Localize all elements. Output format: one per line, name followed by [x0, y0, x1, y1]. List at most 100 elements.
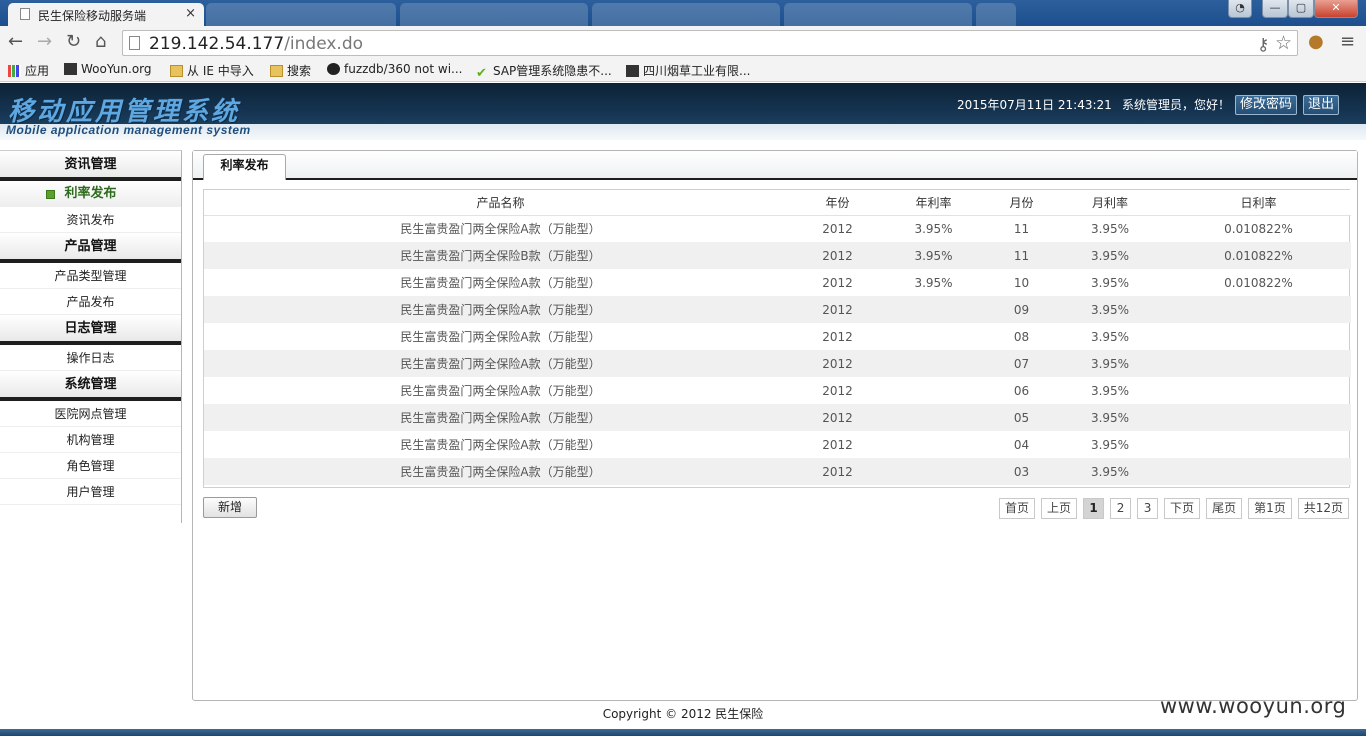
browser-tab-active[interactable]: 民生保险移动服务端 ×: [8, 3, 204, 26]
sidebar-item-operation-log[interactable]: 操作日志: [0, 345, 181, 371]
cell-annual-rate: [878, 350, 989, 377]
cell-daily-rate: [1166, 296, 1351, 323]
browser-tab[interactable]: [400, 3, 588, 26]
table-row: 民生富贵盈门两全保险B款（万能型） 2012 3.95% 11 3.95% 0.01082…: [204, 242, 1351, 269]
close-tab-icon[interactable]: ×: [185, 6, 196, 21]
os-taskbar: [0, 729, 1366, 736]
cell-product-name: 民生富贵盈门两全保险A款（万能型）: [204, 296, 797, 323]
address-bar[interactable]: 219.142.54.177/index.do ⚷ ☆: [122, 30, 1298, 56]
sidebar-item-user[interactable]: 用户管理: [0, 479, 181, 505]
cell-product-name: 民生富贵盈门两全保险A款（万能型）: [400, 330, 601, 344]
header-datetime: 2015年07月11日 21:43:21: [957, 98, 1112, 112]
pagination: 首页 上页 1 2 3 下页 尾页 第1页 共12页: [993, 498, 1349, 519]
new-tab-button[interactable]: [976, 3, 1016, 26]
sidebar-item-rate-publish[interactable]: 利率发布: [0, 181, 181, 207]
current-page-label: 第1页: [1248, 498, 1292, 519]
cell-annual-rate: 3.95%: [914, 221, 953, 236]
star-icon[interactable]: ☆: [1275, 32, 1292, 54]
add-button[interactable]: 新增: [203, 497, 257, 518]
home-icon[interactable]: ⌂: [95, 32, 106, 52]
page-3-button[interactable]: 3: [1137, 498, 1159, 519]
sidebar-item-product-publish[interactable]: 产品发布: [0, 289, 181, 315]
sidebar-item-role[interactable]: 角色管理: [0, 453, 181, 479]
table-row: 民生富贵盈门两全保险A款（万能型） 2012 07 3.95%: [204, 350, 1351, 377]
maximize-button[interactable]: ▢: [1288, 0, 1314, 18]
forward-arrow-icon[interactable]: →: [37, 32, 52, 52]
cell-product-name: 民生富贵盈门两全保险B款（万能型）: [204, 242, 797, 269]
sidebar-section-log[interactable]: 日志管理: [0, 315, 181, 345]
first-page-button[interactable]: 首页: [999, 498, 1036, 519]
cell-daily-rate: 0.010822%: [1224, 221, 1293, 236]
minimize-button[interactable]: —: [1262, 0, 1288, 18]
sidebar-section-system[interactable]: 系统管理: [0, 371, 181, 401]
cell-daily-rate: [1166, 404, 1351, 431]
sidebar-item-product-type[interactable]: 产品类型管理: [0, 263, 181, 289]
browser-tab[interactable]: [784, 3, 972, 26]
back-arrow-icon[interactable]: ←: [8, 32, 23, 52]
menu-icon[interactable]: ≡: [1340, 32, 1355, 52]
page-1-button[interactable]: 1: [1083, 498, 1105, 519]
bookmark-ie-import[interactable]: 从 IE 中导入: [170, 62, 254, 79]
bookmark-sap[interactable]: ✔ SAP管理系统隐患不...: [476, 62, 612, 81]
cookie-extension-icon[interactable]: ●: [1308, 32, 1324, 52]
rate-table: 产品名称 年份 年利率 月份 月利率 日利率 民生富贵盈门两全保险A款（万能型）…: [203, 189, 1351, 488]
table-header-row: 产品名称 年份 年利率 月份 月利率 日利率: [204, 190, 1351, 216]
close-window-button[interactable]: ✕: [1314, 0, 1358, 18]
bookmark-apps[interactable]: 应用: [8, 62, 49, 79]
sidebar-item-hospital[interactable]: 医院网点管理: [0, 401, 181, 427]
column-header-daily-rate: 日利率: [1166, 190, 1351, 216]
user-icon[interactable]: ◔: [1228, 0, 1252, 18]
bookmark-fuzzdb[interactable]: fuzzdb/360 not wi...: [327, 62, 462, 76]
sidebar-item-news-publish[interactable]: 资讯发布: [0, 207, 181, 233]
cell-year: 2012: [822, 221, 853, 236]
cell-annual-rate: 3.95%: [878, 242, 989, 269]
key-icon[interactable]: ⚷: [1257, 35, 1269, 55]
cell-monthly-rate: 3.95%: [1090, 275, 1130, 290]
reload-icon[interactable]: ↻: [66, 32, 81, 52]
cell-daily-rate: [1166, 377, 1351, 404]
table-row: 民生富贵盈门两全保险A款（万能型） 2012 09 3.95%: [204, 296, 1351, 323]
cell-year: 2012: [822, 383, 853, 398]
column-header-month: 月份: [989, 190, 1054, 216]
app-header: 移动应用管理系统 Mobile application management s…: [0, 83, 1366, 140]
cell-monthly-rate: 3.95%: [1090, 329, 1130, 344]
column-header-monthly-rate: 月利率: [1054, 190, 1166, 216]
cell-year: 2012: [822, 275, 853, 290]
cell-year: 2012: [797, 458, 878, 485]
browser-tab[interactable]: [592, 3, 780, 26]
url-text[interactable]: 219.142.54.177/index.do: [149, 34, 363, 54]
cell-month: 05: [989, 404, 1054, 431]
next-page-button[interactable]: 下页: [1164, 498, 1201, 519]
cell-product-name: 民生富贵盈门两全保险A款（万能型）: [400, 222, 601, 237]
cell-product-name: 民生富贵盈门两全保险A款（万能型）: [400, 438, 601, 452]
change-password-button[interactable]: 修改密码: [1235, 95, 1298, 115]
logout-button[interactable]: 退出: [1303, 95, 1340, 115]
sidebar-item-organization[interactable]: 机构管理: [0, 427, 181, 453]
sidebar-section-product[interactable]: 产品管理: [0, 233, 181, 263]
cell-month: 03: [989, 458, 1054, 485]
cell-year: 2012: [797, 350, 878, 377]
cell-daily-rate: [1166, 431, 1351, 458]
browser-tab[interactable]: [206, 3, 396, 26]
cell-monthly-rate: 3.95%: [1054, 458, 1166, 485]
page-2-button[interactable]: 2: [1110, 498, 1132, 519]
cell-year: 2012: [822, 329, 853, 344]
prev-page-button[interactable]: 上页: [1041, 498, 1078, 519]
cell-product-name: 民生富贵盈门两全保险A款（万能型）: [204, 350, 797, 377]
cell-product-name: 民生富贵盈门两全保险A款（万能型）: [400, 384, 601, 398]
cell-month: 10: [1013, 275, 1030, 290]
sidebar: 资讯管理 利率发布 资讯发布 产品管理 产品类型管理 产品发布 日志管理 操作日…: [0, 150, 182, 523]
last-page-button[interactable]: 尾页: [1206, 498, 1243, 519]
tab-rate-publish[interactable]: 利率发布: [203, 154, 286, 180]
cell-monthly-rate: 3.95%: [1054, 404, 1166, 431]
apps-icon: [8, 65, 21, 77]
cell-monthly-rate: 3.95%: [1054, 242, 1166, 269]
folder-icon: [170, 65, 183, 77]
sidebar-section-news[interactable]: 资讯管理: [0, 151, 181, 181]
bookmark-search[interactable]: 搜索: [270, 62, 311, 79]
bookmark-sichuan[interactable]: 四川烟草工业有限...: [626, 62, 750, 79]
bookmark-wooyun[interactable]: WooYun.org: [64, 62, 152, 76]
main-tabbar: 利率发布: [193, 151, 1357, 180]
folder-icon: [270, 65, 283, 77]
cell-year: 2012: [797, 242, 878, 269]
